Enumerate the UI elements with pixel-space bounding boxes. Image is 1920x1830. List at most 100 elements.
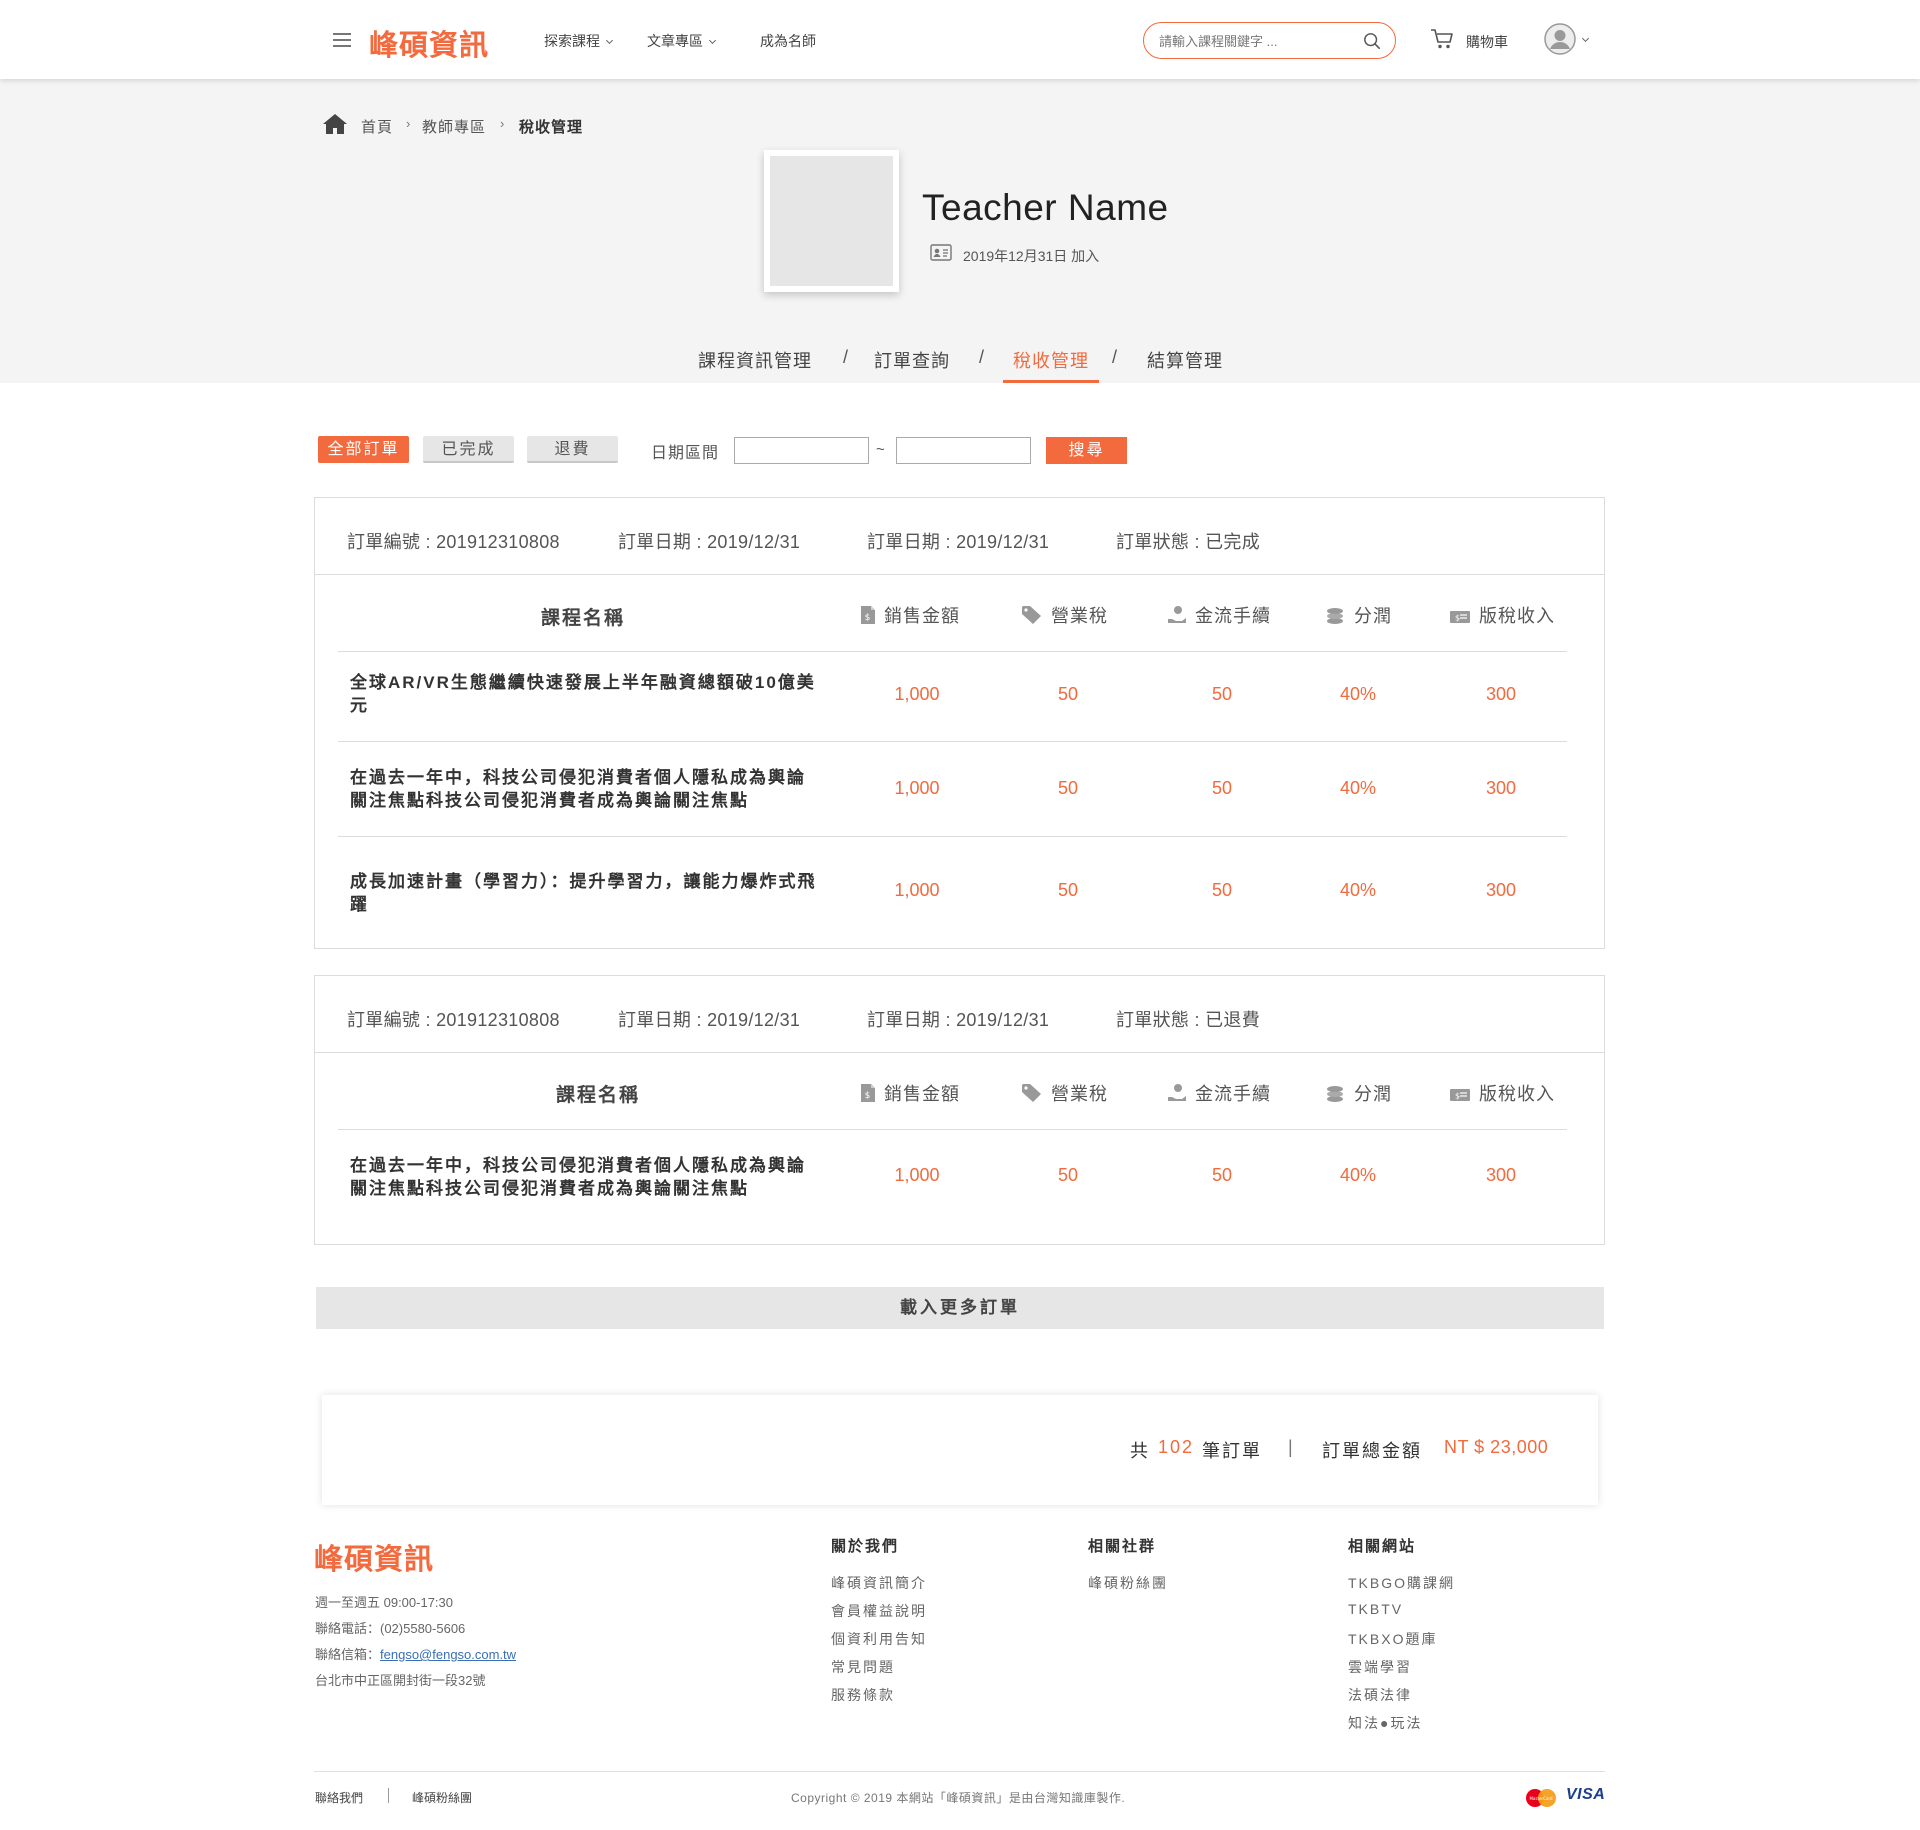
summary-divider: | [1288,1437,1295,1457]
menu-icon[interactable] [333,33,351,47]
search-icon[interactable] [1363,32,1381,50]
breadcrumb-home[interactable]: 首頁 [361,116,393,137]
column-payment-fee: 金流手續 [1167,602,1271,628]
filter-all-orders[interactable]: 全部訂單 [318,436,409,463]
total-amount-label: 訂單總金額 [1322,1441,1422,1461]
fan-page-link[interactable]: 峰碩粉絲團 [412,1789,472,1806]
order-number: 訂單編號 : 201912310808 [347,1010,560,1030]
avatar-icon[interactable] [1544,23,1576,55]
profit-share: 40% [1339,1165,1377,1185]
search-input[interactable] [1159,31,1349,51]
payment-fee: 50 [1211,778,1233,798]
nav-explore-courses[interactable]: 探索課程 [544,31,614,51]
footer-link[interactable]: 服務條款 [831,1685,895,1705]
profit-share: 40% [1339,684,1377,704]
load-more-button[interactable]: 載入更多訂單 [316,1287,1604,1329]
tab-course-management[interactable]: 課程資訊管理 [698,347,812,373]
tab-separator: / [979,347,985,367]
row-divider [338,651,1567,652]
contact-us-link[interactable]: 聯絡我們 [315,1789,363,1806]
date-from-input[interactable] [734,437,869,464]
footer-divider [314,1771,1605,1772]
banknote-icon: $ [1450,611,1470,623]
column-course-name: 課程名稱 [556,1085,641,1106]
site-logo[interactable]: 峰碩資訊 [369,22,489,64]
order-count: 102 [1158,1437,1195,1457]
row-divider [338,741,1567,742]
contact-email: 聯絡信箱：fengso@fengso.com.tw [315,1647,517,1662]
order-date: 訂單日期 : 2019/12/31 [867,1010,1050,1030]
tab-order-query[interactable]: 訂單查詢 [874,347,950,373]
email-link[interactable]: fengso@fengso.com.tw [380,1647,516,1662]
order-summary: 共 102 筆訂單 | 訂單總金額 NT $ 23,000 [322,1395,1598,1505]
date-to-input[interactable] [896,437,1031,464]
footer-about-title: 關於我們 [831,1538,900,1555]
contact-phone: 聯絡電話：(02)5580-5606 [315,1621,466,1636]
footer-link[interactable]: TKBGO購課網 [1348,1573,1455,1593]
footer-link[interactable]: 峰碩資訊簡介 [831,1573,927,1593]
breadcrumb-separator: › [500,116,505,131]
royalty-income: 300 [1485,880,1517,900]
footer-link[interactable]: TKBXO題庫 [1348,1629,1437,1649]
column-payment-fee: 金流手續 [1167,1080,1271,1106]
cart-icon[interactable] [1430,28,1454,50]
nav-articles[interactable]: 文章專區 [647,31,717,51]
course-name: 全球AR/VR生態繼續快速發展上半年融資總額破10億美元 [350,673,816,715]
cart-label[interactable]: 購物車 [1466,32,1508,52]
search-button[interactable]: 搜尋 [1046,437,1127,464]
footer-logo[interactable]: 峰碩資訊 [314,1536,434,1578]
order-card: 訂單編號 : 201912310808 訂單日期 : 2019/12/31 訂單… [314,975,1605,1245]
footer-link[interactable]: 知法●玩法 [1348,1713,1422,1733]
coins-icon [1327,608,1343,624]
order-date: 訂單日期 : 2019/12/31 [618,1010,801,1030]
filter-refund[interactable]: 退費 [527,436,618,463]
order-card-header: 訂單編號 : 201912310808 訂單日期 : 2019/12/31 訂單… [315,976,1604,1053]
footer-link[interactable]: 法碩法律 [1348,1685,1412,1705]
id-card-icon [930,244,952,261]
course-name: 在過去一年中，科技公司侵犯消費者個人隱私成為輿論關注焦點科技公司侵犯消費者成為輿… [350,1156,806,1198]
footer-link[interactable]: TKBTV [1348,1601,1403,1617]
home-icon[interactable] [322,113,348,135]
footer-sites-title: 相關網站 [1348,1538,1417,1555]
invoice-icon: $ [861,606,875,624]
nav-become-teacher[interactable]: 成為名師 [760,31,816,51]
order-card-header: 訂單編號 : 201912310808 訂單日期 : 2019/12/31 訂單… [315,498,1604,575]
sales-amount: 1,000 [894,880,940,900]
sales-amount: 1,000 [894,1165,940,1185]
copyright: Copyright © 2019 本網站「峰碩資訊」是由台灣知識庫製作. [791,1791,1126,1805]
footer-link[interactable]: 會員權益說明 [831,1601,927,1621]
tab-tax-management[interactable]: 稅收管理 [1013,347,1089,373]
date-range-tilde: ~ [876,441,885,458]
footer-link[interactable]: 雲端學習 [1348,1657,1412,1677]
breadcrumb-teacher-area[interactable]: 教師專區 [422,116,486,137]
top-header: 峰碩資訊 探索課程 文章專區 成為名師 購物車 [0,0,1920,79]
course-name: 成長加速計畫（學習力）：提升學習力，讓能力爆炸式飛躍 [350,872,817,914]
filter-completed[interactable]: 已完成 [423,436,514,463]
column-profit-share: 分潤 [1324,602,1392,628]
profit-share: 40% [1339,880,1377,900]
breadcrumb-current: 稅收管理 [519,119,584,136]
footer-link[interactable]: 常見問題 [831,1657,895,1677]
column-royalty: $ 版稅收入 [1449,602,1555,628]
order-card: 訂單編號 : 201912310808 訂單日期 : 2019/12/31 訂單… [314,497,1605,949]
tab-settlement[interactable]: 結算管理 [1147,347,1223,373]
order-number: 訂單編號 : 201912310808 [347,532,560,552]
teacher-name: Teacher Name [922,187,1169,228]
payment-fee: 50 [1211,684,1233,704]
join-date: 2019年12月31日 加入 [963,248,1100,264]
date-range-label: 日期區間 [651,445,720,462]
tab-separator: / [1112,347,1118,367]
royalty-income: 300 [1485,778,1517,798]
chevron-down-icon [605,36,614,45]
footer-link[interactable]: 峰碩粉絲團 [1088,1573,1168,1593]
chevron-down-icon [708,36,717,45]
royalty-income: 300 [1485,684,1517,704]
chevron-down-icon[interactable] [1581,34,1590,43]
footer-link[interactable]: 個資利用告知 [831,1629,927,1649]
breadcrumb-separator: › [406,116,411,131]
address: 台北市中正區開封街一段32號 [315,1673,486,1688]
teacher-avatar [764,150,899,292]
business-tax: 50 [1057,778,1079,798]
business-tax: 50 [1057,880,1079,900]
order-status: 訂單狀態 : 已退費 [1116,1010,1261,1030]
